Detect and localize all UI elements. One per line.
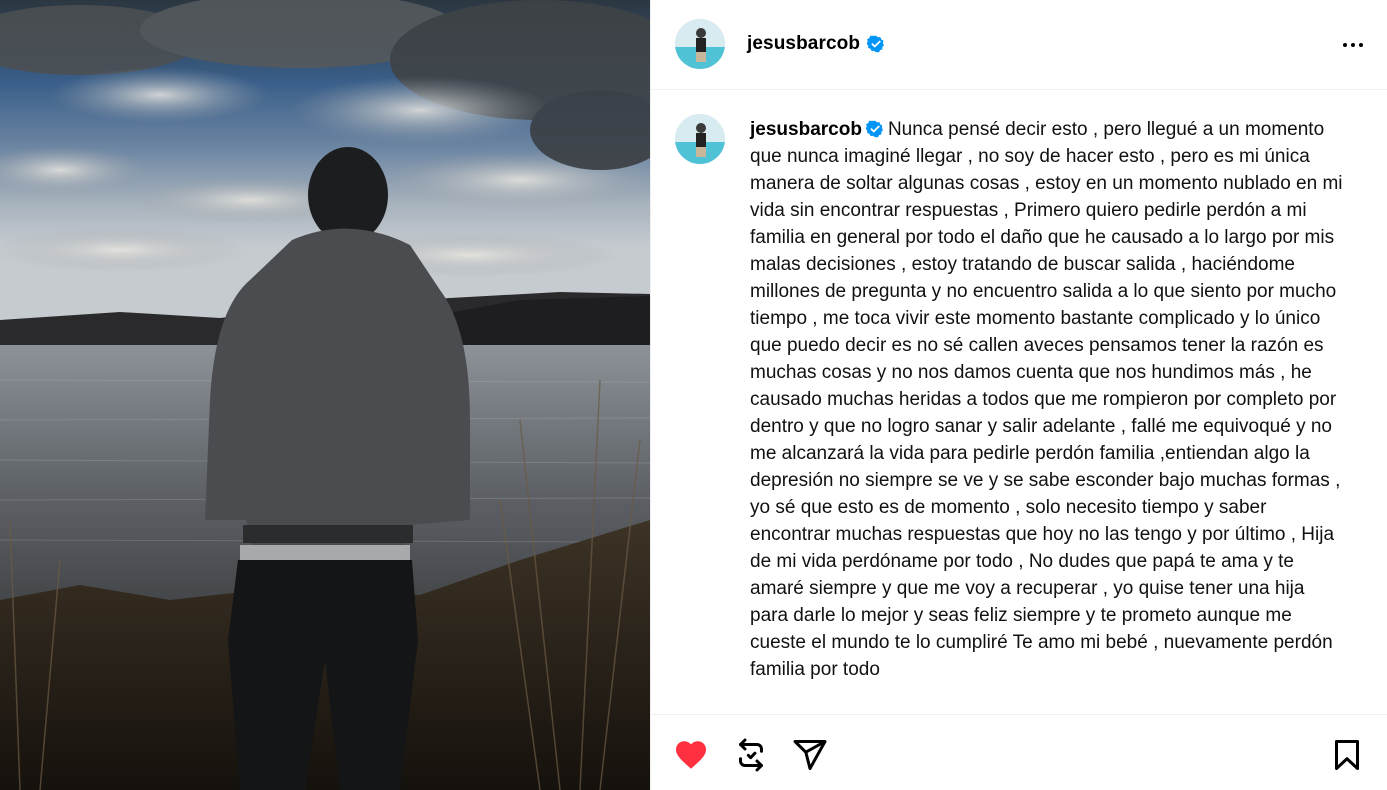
caption-username[interactable]: jesusbarcob [750, 119, 862, 140]
post-side-panel: jesusbarcob jesusbarcob Nunca pensé deci… [650, 0, 1387, 790]
username[interactable]: jesusbarcob [747, 33, 860, 55]
silhouette-lake-photo [0, 0, 650, 790]
more-options-dot [1359, 43, 1363, 47]
caption-avatar[interactable] [675, 114, 725, 164]
post-header: jesusbarcob [651, 0, 1387, 90]
post-photo[interactable] [0, 0, 650, 790]
bookmark-icon [1335, 740, 1359, 770]
more-options-dot [1343, 43, 1347, 47]
action-bar [651, 714, 1387, 790]
more-options-dot [1351, 43, 1355, 47]
like-button[interactable] [673, 737, 709, 773]
heart-filled-icon [676, 741, 706, 769]
avatar-image [675, 19, 725, 69]
avatar[interactable] [675, 19, 725, 69]
repost-button[interactable] [733, 737, 769, 773]
instagram-post: jesusbarcob jesusbarcob Nunca pensé deci… [0, 0, 1387, 790]
caption-section: jesusbarcob Nunca pensé decir esto , per… [651, 90, 1387, 714]
send-icon [793, 740, 827, 770]
verified-badge-icon [867, 35, 885, 53]
avatar-image [675, 114, 725, 164]
caption-text: Nunca pensé decir esto , pero llegué a u… [750, 119, 1343, 680]
verified-badge-icon [865, 120, 883, 138]
more-options-icon[interactable] [1337, 30, 1369, 60]
post-caption: jesusbarcob Nunca pensé decir esto , per… [750, 116, 1346, 683]
save-button[interactable] [1329, 737, 1365, 773]
share-button[interactable] [792, 737, 828, 773]
repost-icon [739, 738, 763, 772]
